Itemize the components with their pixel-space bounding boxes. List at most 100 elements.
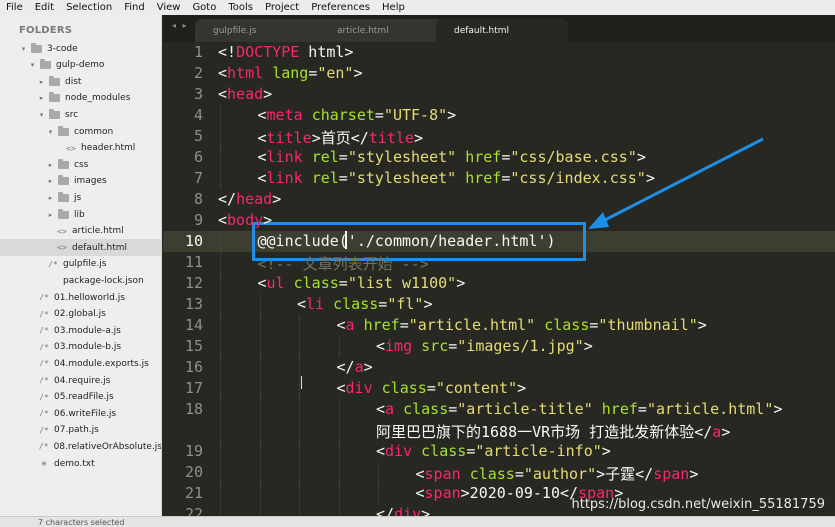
code-line[interactable]: <img src="images/1.jpg"> (376, 337, 593, 355)
tree-item[interactable]: /* 05.readFile.js (0, 389, 161, 406)
chevron-right-icon[interactable]: ▸ (46, 161, 55, 169)
code-token: rel (311, 148, 339, 166)
tab-article[interactable]: article.html (319, 19, 449, 42)
indent-guide (259, 378, 261, 399)
code-token: = (448, 337, 458, 355)
code-line[interactable]: <link rel="stylesheet" href="css/base.cs… (258, 148, 646, 166)
menu-view[interactable]: View (150, 0, 186, 15)
tree-item[interactable]: /* 06.writeFile.js (0, 405, 161, 422)
code-line[interactable]: <head> (218, 85, 272, 103)
tree-item[interactable]: /* 08.relativeOrAbsolute.js (0, 438, 161, 455)
chevron-right-icon[interactable]: ▸ (46, 211, 55, 219)
code-line[interactable]: <meta charset="UTF-8"> (258, 106, 457, 124)
code-token: > (721, 423, 731, 441)
menu-selection[interactable]: Selection (59, 0, 117, 15)
code-line[interactable]: <div class="article-info"> (376, 442, 611, 460)
code-token: < (376, 400, 386, 418)
folder-icon (49, 92, 60, 103)
chevron-right-icon[interactable]: ▸ (46, 177, 55, 185)
file-html-icon: <> (57, 226, 67, 236)
tree-item[interactable]: /* 04.module.exports.js (0, 355, 161, 372)
code-token: = (338, 148, 348, 166)
tree-item[interactable]: ▸ js (0, 189, 161, 206)
code-token: < (218, 85, 228, 103)
code-line[interactable]: <html lang="en"> (218, 64, 363, 82)
code-line[interactable]: <span>2020-09-10</span> (416, 484, 624, 502)
code-token: link (266, 148, 303, 166)
indent-guide (259, 483, 261, 504)
code-line[interactable]: <span class="author">子霆</span> (416, 463, 699, 484)
code-token: = (308, 64, 318, 82)
menu-edit[interactable]: Edit (28, 0, 59, 15)
tree-item[interactable]: ▾ 3-code (0, 40, 161, 57)
chevron-down-icon[interactable]: ▾ (19, 45, 28, 53)
chevron-down-icon[interactable]: ▾ (37, 111, 46, 119)
code-line[interactable]: </a> (337, 358, 373, 376)
code-token: > (263, 211, 273, 229)
tree-item[interactable]: <> default.html (0, 239, 161, 257)
file-js-icon: /* (39, 326, 49, 336)
tree-item[interactable]: <> article.html (0, 223, 161, 240)
code-token: link (266, 169, 303, 187)
tree-item[interactable]: ▾ common (0, 123, 161, 140)
code-line[interactable]: <!DOCTYPE html> (218, 43, 353, 61)
menu-find[interactable]: Find (117, 0, 150, 15)
tree-item-label: lib (74, 209, 85, 220)
code-token: "list w1100" (347, 274, 457, 292)
code-token: src (421, 337, 449, 355)
tab-gulpfile[interactable]: gulpfile.js (195, 19, 333, 42)
code-line[interactable]: <ul class="list w1100"> (258, 274, 466, 292)
code-editor[interactable]: https://blog.csdn.net/weixin_55181759 1 <… (163, 42, 835, 516)
tree-item[interactable]: ▸ css (0, 156, 161, 173)
tree-item[interactable]: <> header.html (0, 140, 161, 157)
chevron-right-icon[interactable]: ▸ (37, 78, 46, 86)
menu-tools[interactable]: Tools (221, 0, 258, 15)
code-token: class (403, 400, 449, 418)
tree-item[interactable]: /* 02.global.js (0, 306, 161, 323)
tree-item[interactable]: /* gulpfile.js (0, 256, 161, 273)
tree-item[interactable]: /* 04.require.js (0, 372, 161, 389)
code-line[interactable]: <a href="article.html" class="thumbnail"… (337, 316, 707, 334)
code-line[interactable]: <a class="article-title" href="article.h… (376, 400, 782, 418)
tree-item[interactable]: /* 01.helloworld.js (0, 289, 161, 306)
code-line[interactable]: 阿里巴巴旗下的1688一VR市场 打造批发新体验</a> (376, 421, 730, 442)
tree-item[interactable]: ▸ lib (0, 206, 161, 223)
menu-project[interactable]: Project (258, 0, 304, 15)
code-line[interactable]: <title>首页</title> (258, 127, 423, 148)
code-line[interactable]: @@include('./common/header.html') (258, 232, 556, 250)
chevron-down-icon[interactable]: ▾ (46, 128, 55, 136)
code-line[interactable]: <!-- 文章列表开始 --> (258, 253, 429, 274)
tab-nav-arrows-icon[interactable]: ◂ ▸ (172, 21, 189, 30)
code-line[interactable]: </div> (376, 505, 430, 516)
chevron-right-icon[interactable]: ▸ (46, 194, 55, 202)
code-token: class (333, 295, 379, 313)
chevron-down-icon[interactable]: ▾ (28, 61, 37, 69)
code-token: ul (266, 274, 285, 292)
menu-preferences[interactable]: Preferences (304, 0, 375, 15)
tree-item[interactable]: package-lock.json (0, 272, 161, 289)
menu-help[interactable]: Help (375, 0, 410, 15)
tree-item[interactable]: ▾ gulp-demo (0, 57, 161, 74)
tree-item[interactable]: /* 03.module-a.js (0, 322, 161, 339)
code-token: charset (311, 106, 375, 124)
chevron-right-icon[interactable]: ▸ (37, 94, 46, 102)
menu-goto[interactable]: Goto (185, 0, 221, 15)
tree-item[interactable]: ▸ node_modules (0, 90, 161, 107)
code-line[interactable]: <body> (218, 211, 272, 229)
code-line[interactable]: <li class="fl"> (297, 295, 432, 313)
menu-file[interactable]: File (0, 0, 28, 15)
code-line[interactable]: <link rel="stylesheet" href="css/index.c… (258, 169, 655, 187)
tree-item[interactable]: ≡ demo.txt (0, 455, 161, 472)
line-number: 1 (193, 43, 203, 61)
code-line[interactable]: <div class="content"> (337, 379, 527, 397)
code-line[interactable]: </head> (218, 190, 281, 208)
tree-item[interactable]: ▾ src (0, 106, 161, 123)
tab-default[interactable]: default.html (436, 19, 568, 42)
tree-item[interactable]: ▸ dist (0, 73, 161, 90)
tree-item[interactable]: /* 03.module-b.js (0, 339, 161, 356)
tree-item[interactable]: ▸ images (0, 173, 161, 190)
code-token: "stylesheet" (347, 169, 457, 187)
tree-item[interactable]: /* 07.path.js (0, 422, 161, 439)
